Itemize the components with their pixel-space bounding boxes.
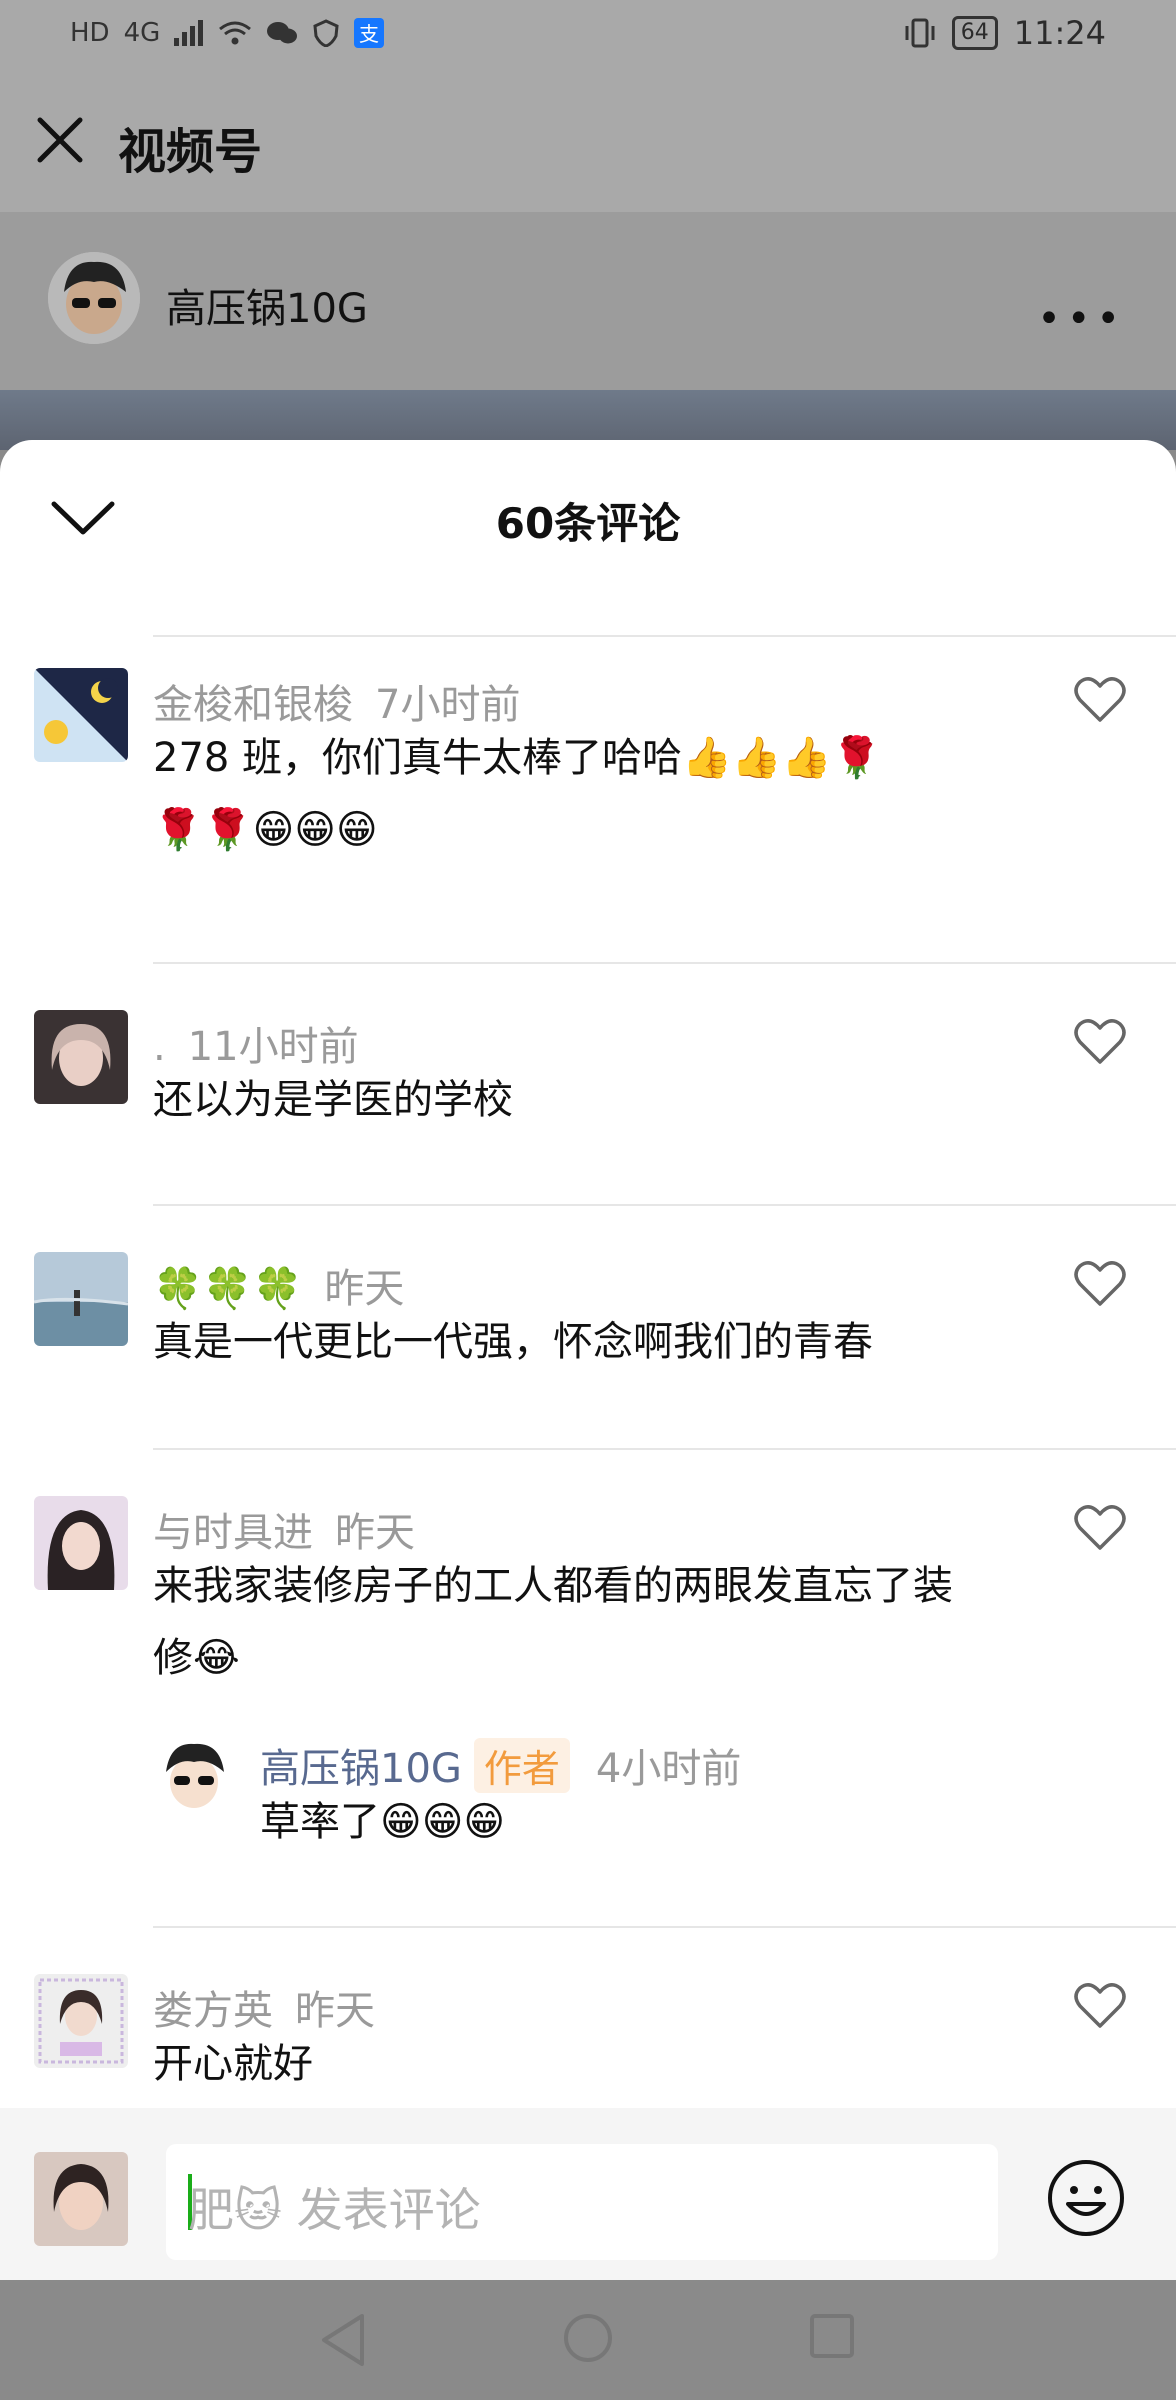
- comment-text: 来我家装修房子的工人都看的两眼发直忘了装 修😂: [153, 1550, 1023, 1694]
- comment-text-line: 🌹🌹😁😁😁: [153, 807, 378, 853]
- avatar[interactable]: [34, 1010, 128, 1104]
- svg-text:支: 支: [359, 22, 379, 46]
- author-badge: 作者: [473, 1738, 570, 1793]
- status-bar: HD 4G 支 64 11:24: [0, 0, 1176, 72]
- network-type-icon: 4G: [123, 18, 161, 48]
- avatar[interactable]: [34, 668, 128, 762]
- status-left-icons: HD 4G 支: [70, 18, 385, 48]
- reply-avatar[interactable]: [154, 1736, 234, 1816]
- heart-icon[interactable]: [1074, 1260, 1126, 1308]
- divider: [153, 1926, 1176, 1928]
- my-avatar: [34, 2152, 128, 2246]
- top-bar: 视频号: [0, 72, 1176, 212]
- shield-icon: [313, 19, 339, 47]
- author-avatar[interactable]: [48, 252, 140, 344]
- divider: [153, 962, 1176, 964]
- list-item: 🍀🍀🍀 昨天 真是一代更比一代强，怀念啊我们的青春: [0, 1252, 1176, 1452]
- wechat-icon: [267, 22, 298, 44]
- alipay-icon: 支: [354, 18, 385, 48]
- comment-input-bar: 肥🐱 发表评论: [0, 2108, 1176, 2280]
- heart-icon[interactable]: [1074, 676, 1126, 724]
- comment-text-line: 修😂: [153, 1635, 240, 1681]
- back-icon[interactable]: [318, 2312, 368, 2368]
- comment-text-line: 来我家装修房子的工人都看的两眼发直忘了装: [153, 1563, 953, 1609]
- list-item: 金梭和银梭 7小时前 278 班，你们真牛太棒了哈哈👍👍👍🌹 🌹🌹😁😁😁: [0, 668, 1176, 988]
- reply-text: 草率了😁😁😁: [260, 1799, 506, 1845]
- emoji-icon[interactable]: [1046, 2158, 1126, 2238]
- comment-text: 278 班，你们真牛太棒了哈哈👍👍👍🌹 🌹🌹😁😁😁: [153, 722, 1023, 866]
- list-item: . 11小时前 还以为是学医的学校: [0, 1010, 1176, 1210]
- comment-text: 还以为是学医的学校: [153, 1077, 513, 1123]
- comment-input[interactable]: 肥🐱 发表评论: [166, 2144, 998, 2260]
- avatar[interactable]: [34, 1974, 128, 2068]
- comment-text-line: 278 班，你们真牛太棒了哈哈👍👍👍🌹: [153, 735, 882, 781]
- author-name[interactable]: 高压锅10G: [166, 276, 368, 334]
- heart-icon[interactable]: [1074, 1018, 1126, 1066]
- vibrate-icon: [905, 18, 935, 48]
- more-icon[interactable]: •••: [1037, 296, 1126, 342]
- status-right: 64 11:24: [904, 14, 1106, 52]
- avatar[interactable]: [34, 1496, 128, 1590]
- comment-text: 真是一代更比一代强，怀念啊我们的青春: [153, 1319, 873, 1365]
- page-title: 视频号: [118, 124, 263, 180]
- battery-indicator: 64: [951, 16, 998, 50]
- close-icon[interactable]: [30, 110, 90, 170]
- signal-icon: [174, 20, 204, 46]
- comments-sheet: 60条评论 金梭和银梭 7小时前 278 班，你们真牛太棒了哈哈👍👍👍🌹 🌹🌹😁😁…: [0, 440, 1176, 2280]
- wifi-icon: [219, 21, 252, 45]
- author-bar: 高压锅10G •••: [0, 212, 1176, 390]
- comment-text: 开心就好: [153, 2041, 313, 2087]
- reply-time: 4小时前: [595, 1746, 742, 1792]
- clock: 11:24: [1013, 14, 1106, 52]
- comment-input-placeholder: 肥🐱 发表评论: [188, 2183, 481, 2237]
- recents-icon[interactable]: [808, 2312, 856, 2360]
- heart-icon[interactable]: [1074, 1982, 1126, 2030]
- list-item: 与时具进 昨天 来我家装修房子的工人都看的两眼发直忘了装 修😂 高压锅10G 作者 4…: [0, 1496, 1176, 1906]
- sheet-header: 60条评论: [0, 440, 1176, 630]
- home-icon[interactable]: [562, 2312, 614, 2364]
- divider: [153, 1448, 1176, 1450]
- heart-icon[interactable]: [1074, 1504, 1126, 1552]
- system-nav-bar: [0, 2280, 1176, 2400]
- comment-count: 60条评论: [495, 499, 681, 548]
- avatar[interactable]: [34, 1252, 128, 1346]
- divider: [153, 635, 1176, 637]
- hd-icon: HD: [70, 18, 110, 48]
- divider: [153, 1204, 1176, 1206]
